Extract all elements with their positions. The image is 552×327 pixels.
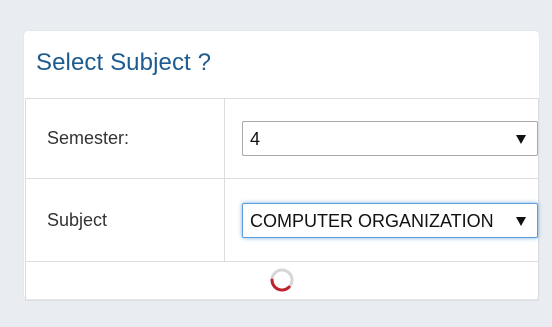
semester-row: Semester: 4	[25, 98, 539, 179]
select-subject-panel: Select Subject ? Semester: 4 Subject COM…	[24, 31, 539, 301]
subject-select-value: COMPUTER ORGANIZATION	[250, 210, 494, 231]
subject-label: Subject	[25, 178, 225, 262]
semester-label: Semester:	[25, 98, 225, 179]
loader-row	[25, 261, 539, 301]
chevron-down-icon	[516, 216, 526, 226]
panel-title: Select Subject ?	[36, 49, 212, 76]
subject-row: Subject COMPUTER ORGANIZATION	[25, 178, 539, 262]
loading-spinner-icon	[269, 267, 295, 298]
chevron-down-icon	[516, 135, 526, 144]
semester-select-value: 4	[250, 129, 261, 149]
subject-select[interactable]: COMPUTER ORGANIZATION	[242, 202, 538, 238]
semester-select[interactable]: 4	[242, 121, 538, 156]
subject-form-table: Semester: 4 Subject COMPUTER ORGANIZATIO…	[25, 98, 539, 301]
